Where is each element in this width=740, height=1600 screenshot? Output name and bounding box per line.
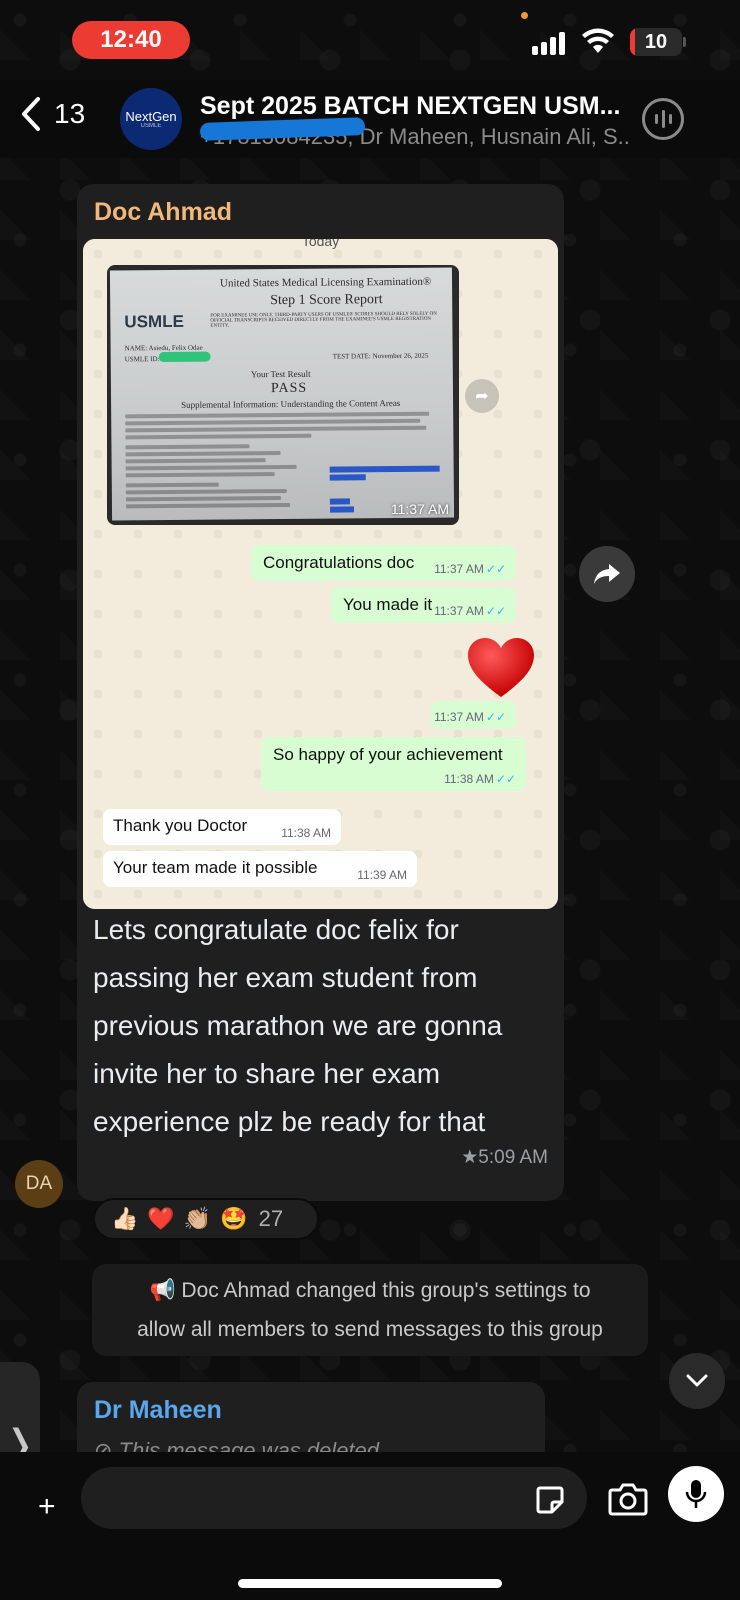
sender-avatar[interactable]: DA [15, 1160, 63, 1208]
sticker-icon[interactable] [534, 1484, 566, 1516]
screenshot-bubble-4: So happy of your achievement 11:38 AM ✓✓ [261, 737, 526, 791]
back-button[interactable]: 13 [18, 96, 85, 132]
chevron-left-icon [22, 97, 40, 131]
image-forward-icon: ➦ [465, 379, 499, 413]
read-ticks-icon: ✓✓ [485, 604, 506, 618]
screenshot-bubble-meta: 11:38 AM [281, 826, 331, 840]
screenshot-bubble-text: You made it [343, 595, 433, 614]
screenshot-bubble-text: Your team made it possible [113, 858, 318, 877]
screenshot-bubble-text: Congratulations doc [263, 553, 415, 572]
read-ticks-icon: ✓✓ [495, 772, 516, 786]
report-title: Step 1 Score Report [270, 292, 383, 309]
deleted-message-text: ⊘ This message was deleted [94, 1438, 380, 1452]
reaction-count: 27 [258, 1206, 284, 1231]
reaction-thumbs-up: 👍🏻 [111, 1206, 139, 1231]
reaction-heart: ❤️ [147, 1206, 175, 1231]
shared-image[interactable]: Today United States Medical Licensing Ex… [83, 239, 558, 909]
voice-record-button[interactable] [668, 1466, 724, 1522]
group-avatar-subtext: USMLE [140, 123, 162, 129]
report-fine-print: FOR EXAMINEE USE ONLY. THIRD-PARTY USERS… [210, 311, 437, 329]
message-caption: Lets congratulate doc felix for passing … [93, 914, 503, 1137]
chevron-down-icon [686, 1374, 708, 1387]
score-report-sheet: United States Medical Licensing Examinat… [109, 267, 455, 521]
read-ticks-icon: ✓✓ [485, 710, 506, 724]
system-message-line-1: 📢 Doc Ahmad changed this group's setting… [149, 1279, 591, 1302]
camera-icon[interactable] [608, 1482, 648, 1516]
result-value: PASS [270, 380, 308, 397]
status-bar: 12:40 10 [0, 0, 740, 80]
battery-icon: 10 [630, 28, 682, 56]
screenshot-bubble-2: You made it 11:37 AM ✓✓ [331, 587, 516, 623]
privacy-indicator-dot [521, 12, 528, 19]
screenshot-bubble-meta: 11:37 AM ✓✓ [434, 562, 506, 576]
screenshot-bubble-1: Congratulations doc 11:37 AM ✓✓ [251, 545, 516, 581]
screenshot-bubble-text: So happy of your achievement [273, 745, 503, 764]
screenshot-bubble-5: Thank you Doctor 11:38 AM [103, 809, 341, 845]
screenshot-bubble-meta: 11:38 AM ✓✓ [444, 772, 516, 786]
screenshot-bubble-6: Your team made it possible 11:39 AM [103, 851, 417, 887]
red-heart-emoji [468, 638, 534, 697]
cellular-signal-icon [532, 31, 565, 55]
supplemental-heading: Supplemental Information: Understanding … [181, 397, 401, 410]
group-avatar[interactable]: NextGen USMLE [120, 88, 182, 150]
next-message-bubble[interactable]: Dr Maheen ⊘ This message was deleted [77, 1382, 545, 1452]
status-time[interactable]: 12:40 [72, 21, 190, 59]
attach-plus-icon[interactable]: + [38, 1490, 56, 1524]
screenshot-bubble-meta: 11:37 AM ✓✓ [434, 604, 506, 618]
content-bar-2 [329, 474, 366, 481]
forward-arrow-icon [594, 564, 620, 584]
wifi-icon [582, 28, 614, 53]
id-redaction [158, 351, 211, 363]
usmle-logo: USMLE [124, 311, 184, 332]
voice-chat-button[interactable] [642, 98, 684, 140]
forward-button[interactable] [579, 546, 635, 602]
content-bar-1 [329, 465, 440, 473]
microphone-icon [685, 1480, 707, 1508]
system-message: 📢 Doc Ahmad changed this group's setting… [92, 1264, 648, 1356]
battery-nub [683, 37, 686, 47]
screenshot-bubble-meta: 11:39 AM [357, 868, 407, 882]
message-time: ★5:09 AM [461, 1147, 548, 1168]
message-sender[interactable]: Doc Ahmad [94, 198, 232, 227]
content-bar-3 [329, 498, 350, 505]
group-avatar-text: NextGen [125, 109, 177, 124]
battery-level: 10 [644, 30, 668, 53]
report-org-line: United States Medical Licensing Examinat… [219, 275, 432, 290]
report-id-label: USMLE ID: [124, 355, 160, 364]
unread-count: 13 [54, 98, 86, 129]
message-input[interactable] [81, 1467, 587, 1529]
system-message-line-2: allow all members to send messages to th… [137, 1318, 603, 1341]
report-body-lines [125, 411, 436, 512]
message-bubble[interactable]: Doc Ahmad Today United States Medical Li… [77, 184, 564, 1201]
report-test-date: TEST DATE: November 26, 2025 [332, 351, 429, 361]
home-indicator [238, 1579, 502, 1588]
message-input-bar: + [0, 1452, 740, 1600]
read-ticks-icon: ✓✓ [485, 562, 506, 576]
reaction-star-struck: 🤩 [220, 1206, 248, 1231]
screenshot-bubble-3: 11:37 AM ✓✓ [431, 701, 516, 729]
content-bar-4 [329, 506, 355, 513]
reaction-clap: 👏🏼 [183, 1206, 212, 1231]
group-title[interactable]: Sept 2025 BATCH NEXTGEN USM... [200, 92, 630, 121]
photo-time: 11:37 AM [390, 501, 449, 517]
chat-header: 13 NextGen USMLE Sept 2025 BATCH NEXTGEN… [0, 80, 740, 158]
next-message-sender[interactable]: Dr Maheen [94, 1396, 222, 1425]
image-date-stub: Today [301, 239, 340, 249]
score-report-photo: United States Medical Licensing Examinat… [107, 265, 459, 525]
reactions-bar[interactable]: 👍🏻 ❤️ 👏🏼 🤩 27 [93, 1198, 319, 1240]
screenshot-bubble-text: Thank you Doctor [113, 816, 248, 835]
result-label: Your Test Result [250, 368, 311, 380]
scroll-to-bottom-button[interactable] [669, 1353, 725, 1409]
screenshot-bubble-meta: 11:37 AM ✓✓ [434, 710, 506, 724]
